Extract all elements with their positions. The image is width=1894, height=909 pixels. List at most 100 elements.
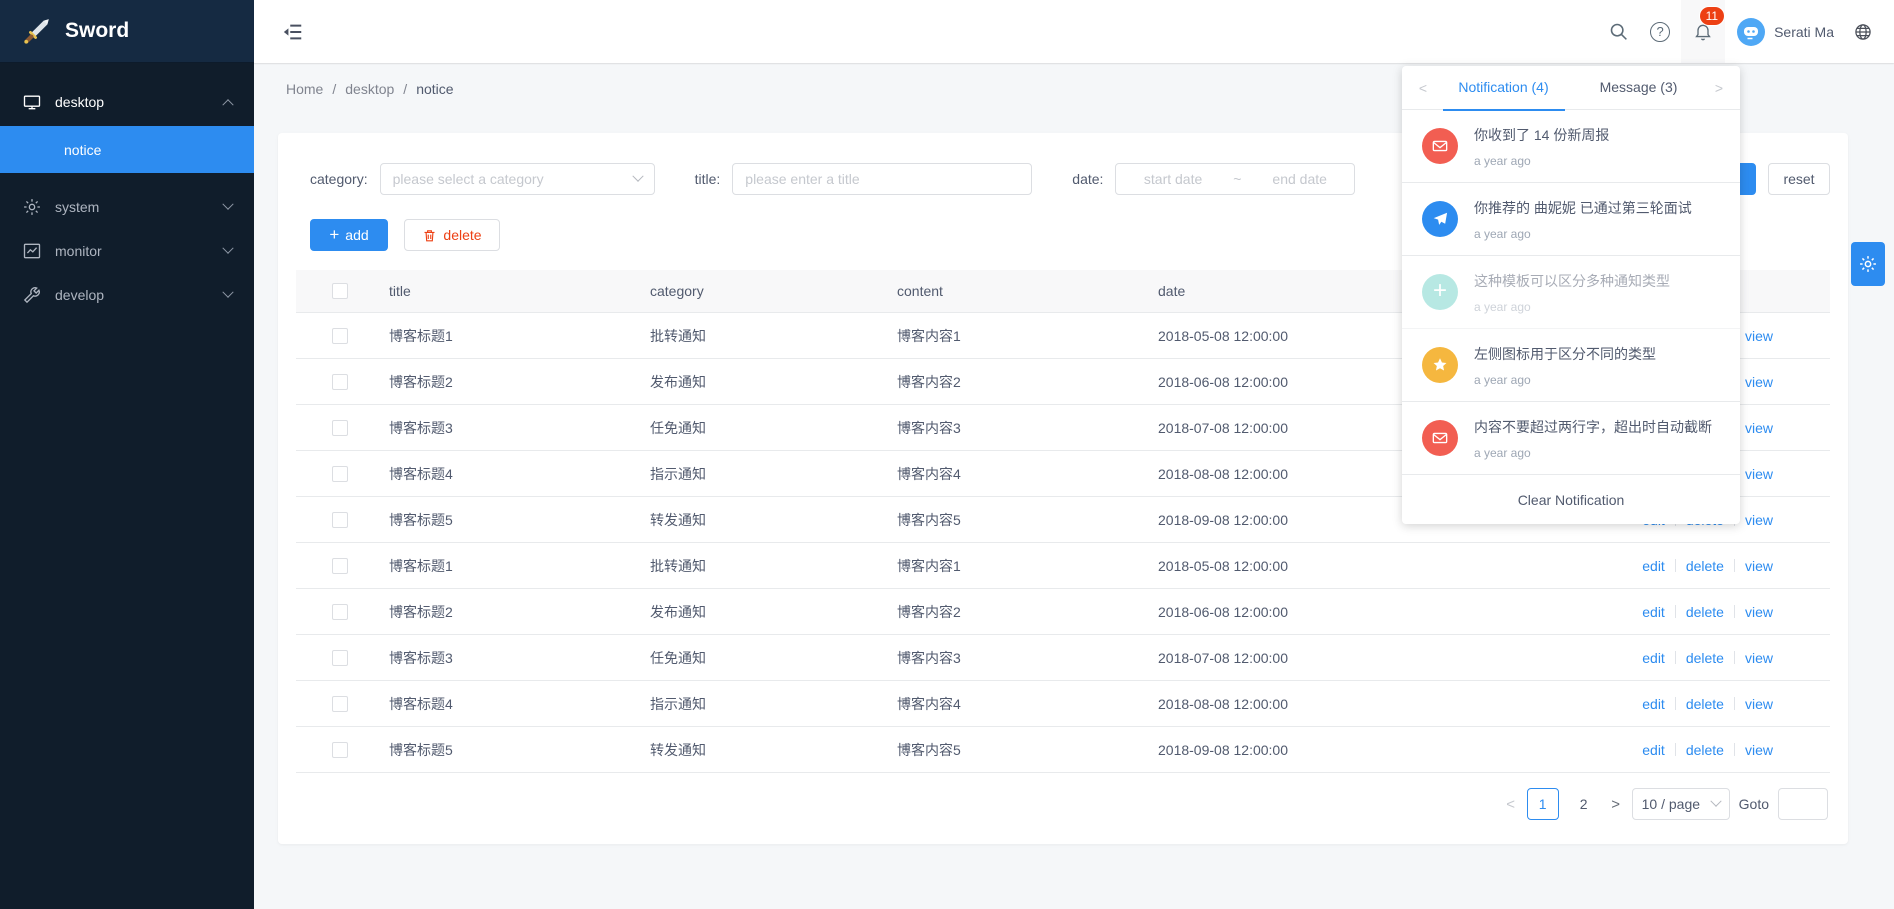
view-link[interactable]: view <box>1745 420 1773 436</box>
row-checkbox[interactable] <box>332 420 348 436</box>
title-label: title: <box>695 171 721 187</box>
row-actions: edit delete view <box>1470 742 1830 758</box>
edit-link[interactable]: edit <box>1642 558 1665 574</box>
sidebar-item-system[interactable]: system <box>0 185 254 229</box>
row-checkbox[interactable] <box>332 328 348 344</box>
notification-bell-button[interactable]: 11 <box>1681 0 1725 63</box>
category-select[interactable]: please select a category <box>380 163 655 195</box>
tabs-next-icon[interactable]: > <box>1706 80 1732 96</box>
sidebar: Sword desktop notice <box>0 0 254 909</box>
column-content: content <box>897 283 1158 299</box>
cell-title: 博客标题2 <box>389 602 650 622</box>
search-icon[interactable] <box>1597 0 1639 63</box>
notification-item[interactable]: 你推荐的 曲妮妮 已通过第三轮面试 a year ago <box>1402 183 1740 256</box>
view-link[interactable]: view <box>1745 512 1773 528</box>
delete-link[interactable]: delete <box>1686 650 1724 666</box>
gear-icon <box>1858 254 1878 274</box>
user-name: Serati Ma <box>1774 24 1834 40</box>
delete-link[interactable]: delete <box>1686 558 1724 574</box>
notification-time: a year ago <box>1474 446 1712 460</box>
cell-title: 博客标题3 <box>389 418 650 438</box>
user-menu[interactable]: Serati Ma <box>1737 18 1834 46</box>
view-link[interactable]: view <box>1745 742 1773 758</box>
help-icon[interactable]: ? <box>1639 0 1681 63</box>
cell-content: 博客内容2 <box>897 602 1158 622</box>
clear-notification-button[interactable]: Clear Notification <box>1402 475 1740 524</box>
notification-item[interactable]: + 这种模板可以区分多种通知类型 a year ago <box>1402 256 1740 329</box>
row-checkbox[interactable] <box>332 604 348 620</box>
breadcrumb-home[interactable]: Home <box>286 81 323 97</box>
row-checkbox[interactable] <box>332 696 348 712</box>
table-row: 博客标题3 任免通知 博客内容3 2018-07-08 12:00:00 edi… <box>296 635 1830 681</box>
delete-link[interactable]: delete <box>1686 604 1724 620</box>
view-link[interactable]: view <box>1745 466 1773 482</box>
view-link[interactable]: view <box>1745 604 1773 620</box>
cell-category: 发布通知 <box>650 602 897 622</box>
row-checkbox[interactable] <box>332 650 348 666</box>
notification-item[interactable]: 你收到了 14 份新周报 a year ago <box>1402 110 1740 183</box>
page-button-1[interactable]: 1 <box>1527 788 1559 820</box>
tabs-prev-icon[interactable]: < <box>1410 80 1436 96</box>
cell-content: 博客内容4 <box>897 694 1158 714</box>
page-size-select[interactable]: 10 / page <box>1632 788 1730 820</box>
globe-icon[interactable] <box>1842 0 1884 63</box>
notification-item[interactable]: 左侧图标用于区分不同的类型 a year ago <box>1402 329 1740 402</box>
view-link[interactable]: view <box>1745 558 1773 574</box>
row-checkbox[interactable] <box>332 466 348 482</box>
add-button[interactable]: + add <box>310 219 388 251</box>
gear-icon <box>22 197 42 217</box>
breadcrumb-desktop[interactable]: desktop <box>345 81 394 97</box>
row-checkbox[interactable] <box>332 558 348 574</box>
edit-link[interactable]: edit <box>1642 604 1665 620</box>
sidebar-item-label: notice <box>64 142 101 158</box>
notification-time: a year ago <box>1474 373 1656 387</box>
chart-icon <box>22 241 42 261</box>
table-row: 博客标题5 转发通知 博客内容5 2018-09-08 12:00:00 edi… <box>296 727 1830 773</box>
row-checkbox[interactable] <box>332 742 348 758</box>
prev-page-button[interactable]: < <box>1504 796 1518 813</box>
sidebar-item-notice[interactable]: notice <box>0 126 254 173</box>
edit-link[interactable]: edit <box>1642 696 1665 712</box>
goto-page-input[interactable] <box>1778 788 1828 820</box>
view-link[interactable]: view <box>1745 696 1773 712</box>
notification-title: 这种模板可以区分多种通知类型 <box>1474 271 1670 291</box>
tab-message[interactable]: Message (3) <box>1571 66 1706 110</box>
edit-link[interactable]: edit <box>1642 742 1665 758</box>
view-link[interactable]: view <box>1745 650 1773 666</box>
cell-title: 博客标题1 <box>389 556 650 576</box>
menu-fold-icon[interactable] <box>282 21 304 43</box>
view-link[interactable]: view <box>1745 328 1773 344</box>
reset-button[interactable]: reset <box>1768 163 1830 195</box>
tab-notification[interactable]: Notification (4) <box>1436 66 1571 110</box>
settings-gear-button[interactable] <box>1851 242 1885 286</box>
delete-link[interactable]: delete <box>1686 742 1724 758</box>
sidebar-item-monitor[interactable]: monitor <box>0 229 254 273</box>
mail-icon <box>1422 128 1458 164</box>
wrench-icon <box>22 285 42 305</box>
notification-item[interactable]: 内容不要超过两行字，超出时自动截断 a year ago <box>1402 402 1740 475</box>
mail-icon <box>1422 420 1458 456</box>
sidebar-item-develop[interactable]: develop <box>0 273 254 317</box>
delete-link[interactable]: delete <box>1686 696 1724 712</box>
cell-date: 2018-06-08 12:00:00 <box>1158 604 1470 620</box>
help-glyph: ? <box>1650 22 1670 42</box>
chevron-down-icon <box>222 243 233 254</box>
edit-link[interactable]: edit <box>1642 650 1665 666</box>
star-icon <box>1422 347 1458 383</box>
page-button-2[interactable]: 2 <box>1568 788 1600 820</box>
next-page-button[interactable]: > <box>1609 796 1623 813</box>
cell-category: 转发通知 <box>650 740 897 760</box>
logo[interactable]: Sword <box>0 0 254 63</box>
cell-category: 发布通知 <box>650 372 897 392</box>
title-input[interactable] <box>732 163 1032 195</box>
view-link[interactable]: view <box>1745 374 1773 390</box>
sidebar-item-label: system <box>55 199 99 215</box>
delete-button[interactable]: delete <box>404 219 500 251</box>
row-checkbox[interactable] <box>332 512 348 528</box>
notification-title: 你收到了 14 份新周报 <box>1474 125 1609 145</box>
select-all-checkbox[interactable] <box>332 283 348 299</box>
cell-title: 博客标题5 <box>389 740 650 760</box>
date-range-picker[interactable]: start date ~ end date <box>1115 163 1355 195</box>
row-checkbox[interactable] <box>332 374 348 390</box>
sidebar-item-desktop[interactable]: desktop <box>0 77 254 126</box>
